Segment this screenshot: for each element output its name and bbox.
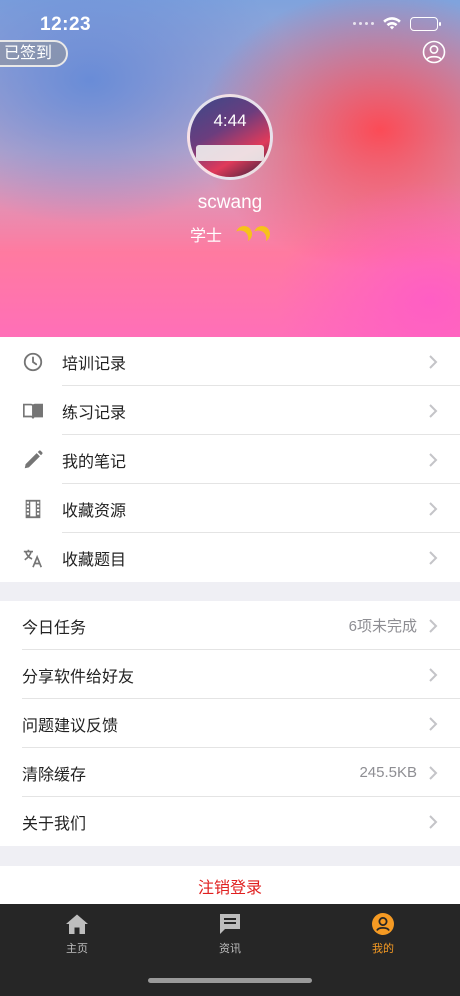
wifi-icon (383, 17, 401, 30)
menu-item-label: 练习记录 (62, 404, 127, 422)
username: scwang (197, 192, 263, 213)
menu-item-label: 收藏题目 (62, 551, 127, 569)
home-indicator[interactable] (148, 978, 312, 983)
menu-item-value: 245.5KB (359, 764, 417, 781)
avatar-time: 4:44 (213, 111, 247, 130)
rank-row: 学士 (0, 222, 460, 246)
translate-icon (23, 549, 43, 567)
avatar[interactable]: 4:44 (187, 94, 273, 180)
me-icon (372, 913, 394, 935)
user-circle-icon[interactable] (422, 40, 446, 64)
menu-item-feedback[interactable]: 问题建议反馈 (0, 699, 460, 748)
rank-label: 学士 (189, 228, 222, 245)
logout-button[interactable]: 注销登录 (0, 866, 460, 904)
avatar-notification (196, 145, 264, 161)
tab-me[interactable]: 我的 (343, 912, 423, 956)
menu-item-label: 问题建议反馈 (22, 717, 119, 735)
menu-item-label: 培训记录 (62, 355, 127, 373)
menu-item-share-app[interactable]: 分享软件给好友 (0, 650, 460, 699)
tab-label: 资讯 (219, 943, 241, 955)
chevron-right-icon (429, 452, 438, 467)
menu-group-records: 培训记录 练习记录 我的笔记 收藏资源 收藏题目 (0, 337, 460, 582)
menu-item-today-tasks[interactable]: 今日任务 6项未完成 (0, 601, 460, 650)
tab-label: 主页 (66, 943, 88, 955)
tab-bar: 主页 资讯 我的 (0, 904, 460, 996)
pencil-icon (24, 449, 43, 468)
chevron-right-icon (429, 814, 438, 829)
menu-item-value: 6项未完成 (348, 618, 417, 635)
film-icon (25, 499, 41, 518)
clock-icon (23, 352, 43, 371)
menu-item-label: 清除缓存 (22, 766, 87, 784)
menu-item-label: 收藏资源 (62, 502, 127, 520)
menu-item-label: 今日任务 (22, 619, 87, 637)
status-bar: 12:23 (0, 0, 460, 50)
news-icon (220, 914, 240, 934)
menu-item-practice-records[interactable]: 练习记录 (0, 386, 460, 435)
chevron-right-icon (429, 765, 438, 780)
chevron-right-icon (429, 716, 438, 731)
profile-header: 12:23 已签到 4:44 scwang 学士 (0, 0, 460, 337)
menu-group-settings: 今日任务 6项未完成 分享软件给好友 问题建议反馈 清除缓存 245.5KB 关… (0, 601, 460, 846)
battery-icon (410, 16, 441, 31)
book-icon (23, 403, 43, 418)
status-icons (353, 16, 441, 31)
menu-item-label: 我的笔记 (62, 453, 127, 471)
menu-item-training-records[interactable]: 培训记录 (0, 337, 460, 386)
chevron-right-icon (429, 618, 438, 633)
menu-item-about-us[interactable]: 关于我们 (0, 797, 460, 846)
menu-item-clear-cache[interactable]: 清除缓存 245.5KB (0, 748, 460, 797)
moon-icon (252, 224, 273, 245)
menu-item-label: 关于我们 (22, 815, 87, 833)
chevron-right-icon (429, 501, 438, 516)
menu-item-label: 分享软件给好友 (22, 668, 135, 686)
tab-label: 我的 (372, 943, 394, 955)
moon-icon (234, 224, 255, 245)
menu-item-saved-resources[interactable]: 收藏资源 (0, 484, 460, 533)
chevron-right-icon (429, 550, 438, 565)
chevron-right-icon (429, 667, 438, 682)
menu-item-saved-questions[interactable]: 收藏题目 (0, 533, 460, 582)
status-time: 12:23 (40, 14, 92, 35)
home-icon (66, 914, 88, 934)
tab-news[interactable]: 资讯 (190, 912, 270, 956)
menu-item-my-notes[interactable]: 我的笔记 (0, 435, 460, 484)
checkin-badge[interactable]: 已签到 (0, 40, 69, 67)
rank-moons (236, 226, 270, 242)
chevron-right-icon (429, 354, 438, 369)
signal-icon (353, 22, 374, 25)
tab-home[interactable]: 主页 (37, 912, 117, 956)
chevron-right-icon (429, 403, 438, 418)
